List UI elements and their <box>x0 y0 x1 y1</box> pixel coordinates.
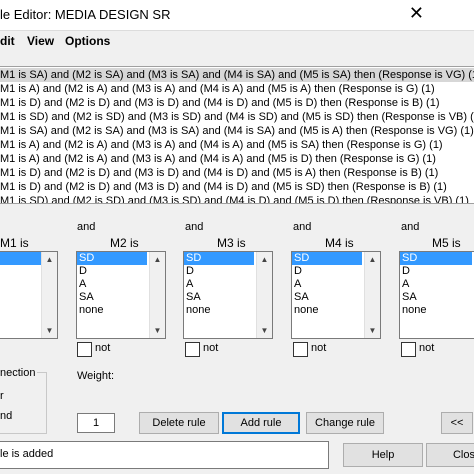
m1-scrollbar[interactable]: ▲ ▼ <box>41 252 57 338</box>
m5-option-none[interactable]: none <box>400 304 474 317</box>
m4-scrollbar[interactable]: ▲ ▼ <box>364 252 380 338</box>
m4-option-sd[interactable]: SD <box>292 252 362 265</box>
m5-not-checkbox[interactable] <box>401 342 416 357</box>
and-label-5: and <box>401 221 420 233</box>
and-label-3: and <box>185 221 204 233</box>
delete-rule-button[interactable]: Delete rule <box>139 412 219 434</box>
rule-item-9[interactable]: M1 is D) and (M2 is D) and (M3 is D) and… <box>0 180 451 194</box>
rule-item-8[interactable]: M1 is D) and (M2 is D) and (M3 is D) and… <box>0 166 442 180</box>
m5-listbox[interactable]: SD D A SA none <box>399 251 474 339</box>
scroll-up-icon[interactable]: ▲ <box>365 252 380 267</box>
m2-not-label: not <box>95 342 111 354</box>
window-close-icon[interactable]: ✕ <box>409 3 424 23</box>
m5-not-label: not <box>419 342 435 354</box>
rule-item-7[interactable]: M1 is A) and (M2 is A) and (M3 is A) and… <box>0 152 440 166</box>
connection-label: nection <box>0 367 38 379</box>
m5-option-d[interactable]: D <box>400 265 474 278</box>
status-text: le is added <box>0 448 54 460</box>
m2-not-checkbox[interactable] <box>77 342 92 357</box>
window-title: le Editor: MEDIA DESIGN SR <box>0 7 171 22</box>
m2-option-sd[interactable]: SD <box>77 252 147 265</box>
scroll-down-icon[interactable]: ▼ <box>257 323 272 338</box>
input-label-m5: M5 is <box>432 236 461 250</box>
connection-group <box>0 372 47 434</box>
m5-option-sa[interactable]: SA <box>400 291 474 304</box>
and-label-4: and <box>293 221 312 233</box>
weight-input[interactable]: 1 <box>77 413 115 433</box>
rules-list[interactable]: M1 is SA) and (M2 is SA) and (M3 is SA) … <box>0 66 474 204</box>
rule-item-4[interactable]: M1 is SD) and (M2 is SD) and (M3 is SD) … <box>0 110 474 124</box>
title-bar: le Editor: MEDIA DESIGN SR ✕ <box>0 0 474 31</box>
menu-bar: dit View Options <box>0 31 474 51</box>
menu-view[interactable]: View <box>27 34 54 48</box>
m5-option-sd[interactable]: SD <box>400 252 472 265</box>
scroll-up-icon[interactable]: ▲ <box>150 252 165 267</box>
scroll-up-icon[interactable]: ▲ <box>257 252 272 267</box>
m3-option-sd[interactable]: SD <box>184 252 254 265</box>
menu-options[interactable]: Options <box>65 34 110 48</box>
rule-item-10[interactable]: M1 is SD) and (M2 is SD) and (M3 is SD) … <box>0 194 473 203</box>
scroll-down-icon[interactable]: ▼ <box>365 323 380 338</box>
connection-or-option[interactable]: r <box>0 390 4 402</box>
m1-listbox[interactable]: ▲ ▼ <box>0 251 58 339</box>
rule-item-3[interactable]: M1 is D) and (M2 is D) and (M3 is D) and… <box>0 96 444 110</box>
m3-listbox[interactable]: SD D A SA none ▲ ▼ <box>183 251 273 339</box>
m2-listbox[interactable]: SD D A SA none ▲ ▼ <box>76 251 166 339</box>
m5-option-a[interactable]: A <box>400 278 474 291</box>
add-rule-button[interactable]: Add rule <box>222 412 300 434</box>
input-label-m1: M1 is <box>0 236 29 250</box>
m2-scrollbar[interactable]: ▲ ▼ <box>149 252 165 338</box>
m3-not-checkbox[interactable] <box>185 342 200 357</box>
m4-not-checkbox[interactable] <box>293 342 308 357</box>
help-button[interactable]: Help <box>343 443 423 467</box>
change-rule-button[interactable]: Change rule <box>306 412 384 434</box>
rule-item-6[interactable]: M1 is A) and (M2 is A) and (M3 is A) and… <box>0 138 447 152</box>
m1-option-selected[interactable] <box>0 252 41 265</box>
input-label-m2: M2 is <box>110 236 139 250</box>
rule-item-2[interactable]: M1 is A) and (M2 is A) and (M3 is A) and… <box>0 82 439 96</box>
close-button[interactable]: Clos <box>426 443 474 467</box>
back-button[interactable]: << <box>441 412 473 434</box>
m3-scrollbar[interactable]: ▲ ▼ <box>256 252 272 338</box>
connection-and-option[interactable]: nd <box>0 410 12 422</box>
m3-not-label: not <box>203 342 219 354</box>
menu-edit[interactable]: dit <box>0 34 15 48</box>
status-bar: le is added <box>0 441 329 469</box>
input-label-m3: M3 is <box>217 236 246 250</box>
weight-label: Weight: <box>77 370 115 382</box>
m4-not-label: not <box>311 342 327 354</box>
rule-item-1[interactable]: M1 is SA) and (M2 is SA) and (M3 is SA) … <box>0 68 474 82</box>
and-label-2: and <box>77 221 96 233</box>
rule-item-5[interactable]: M1 is SA) and (M2 is SA) and (M3 is SA) … <box>0 124 474 138</box>
scroll-down-icon[interactable]: ▼ <box>150 323 165 338</box>
input-label-m4: M4 is <box>325 236 354 250</box>
m4-listbox[interactable]: SD D A SA none ▲ ▼ <box>291 251 381 339</box>
scroll-down-icon[interactable]: ▼ <box>42 323 57 338</box>
scroll-up-icon[interactable]: ▲ <box>42 252 57 267</box>
